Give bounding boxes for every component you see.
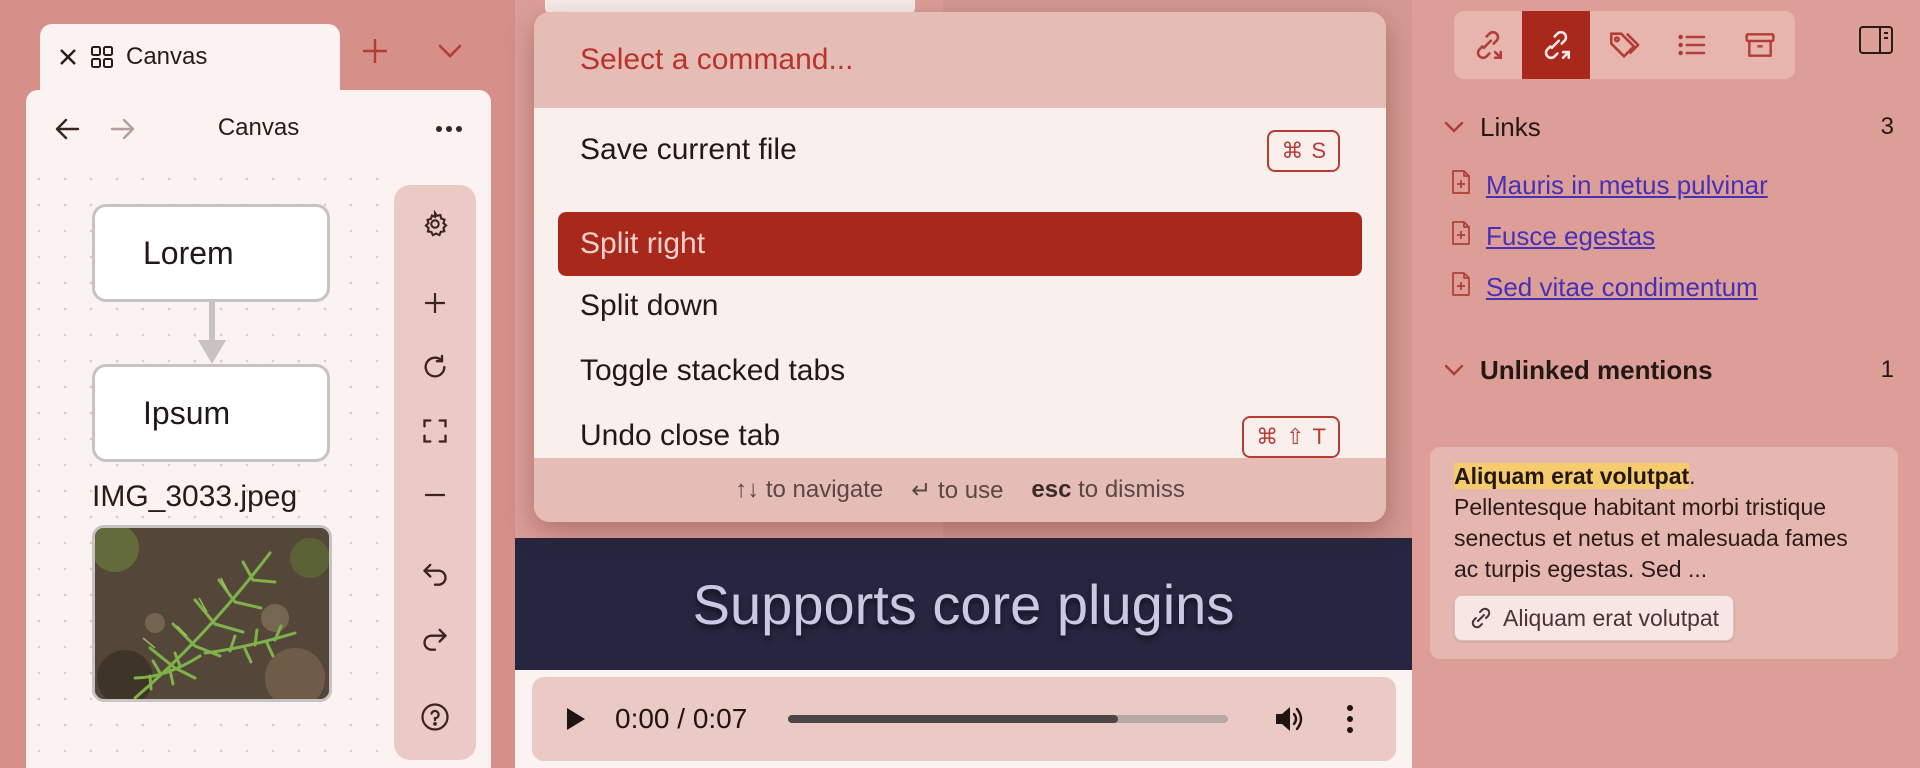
close-icon[interactable] [58, 47, 78, 67]
audio-time: 0:00 / 0:07 [615, 703, 748, 734]
chevron-down-icon[interactable] [1444, 364, 1480, 376]
image-node-title: IMG_3033.jpeg [92, 480, 298, 513]
file-plus-icon [1450, 271, 1472, 304]
links-section-title: Links [1480, 111, 1541, 142]
audio-player: 0:00 / 0:07 [532, 677, 1396, 761]
command-item-toggle-stacked-tabs[interactable]: Toggle stacked tabs [558, 339, 1362, 403]
enter-key: ↵ [911, 476, 932, 504]
settings-gear-icon[interactable] [394, 204, 476, 244]
mention-body: Pellentesque habitant morbi tristique se… [1454, 494, 1848, 582]
redo-icon[interactable] [394, 618, 476, 658]
new-tab-plus-icon[interactable] [355, 28, 395, 74]
volume-icon[interactable] [1272, 701, 1308, 737]
tab-title: Canvas [126, 43, 208, 70]
audio-progress [788, 715, 1118, 723]
tab-canvas[interactable]: Canvas [40, 24, 340, 90]
arrow-down-icon [198, 340, 226, 364]
hotkey-key: T [1312, 424, 1326, 449]
outline-list-icon[interactable] [1658, 11, 1726, 79]
mention-period: . [1689, 463, 1696, 489]
hotkey-key: ⌘ [1281, 138, 1304, 163]
footer-dismiss-hint: esc to dismiss [1031, 476, 1184, 504]
image-node-fern[interactable] [92, 525, 332, 702]
fern-photo [95, 528, 329, 699]
banner-text: Supports core plugins [692, 572, 1235, 636]
file-plus-icon [1450, 169, 1472, 202]
grid-icon [90, 45, 114, 69]
link-text[interactable]: Fusce egestas [1486, 221, 1655, 252]
command-palette: Save current file ⌘ S Split right Split … [534, 12, 1386, 522]
footer-navigate-hint: ↑↓ to navigate [735, 476, 883, 504]
command-search-input[interactable] [580, 43, 1340, 77]
use-text: to use [938, 476, 1004, 504]
hotkey-key: ⇧ [1286, 424, 1305, 449]
link-item[interactable]: Sed vitae condimentum [1450, 267, 1890, 307]
hotkey-key: ⌘ [1256, 424, 1279, 449]
chevron-down-icon[interactable] [1444, 121, 1480, 133]
node-label: Lorem [143, 234, 234, 271]
links-section-header[interactable]: Links 3 [1444, 107, 1894, 147]
hotkey-badge: ⌘ ⇧ T [1242, 416, 1340, 458]
link-item[interactable]: Mauris in metus pulvinar [1450, 165, 1890, 205]
backlinks-icon[interactable] [1454, 11, 1522, 79]
zoom-out-minus-icon[interactable] [394, 475, 476, 515]
sidebar-toolbar [1454, 11, 1795, 79]
archive-icon[interactable] [1726, 11, 1794, 79]
palette-footer: ↑↓ to navigate ↵ to use esc to dismiss [534, 458, 1386, 522]
mention-excerpt: Aliquam erat volutpat. Pellentesque habi… [1454, 461, 1874, 585]
command-label: Save current file [580, 133, 797, 166]
mention-highlight: Aliquam erat volutpat [1454, 463, 1690, 489]
view-title: Canvas [217, 114, 300, 141]
command-label: Undo close tab [580, 419, 781, 452]
help-icon[interactable] [394, 697, 476, 737]
command-item-split-down[interactable]: Split down [558, 274, 1362, 338]
command-label: Split down [580, 289, 719, 322]
link-text[interactable]: Mauris in metus pulvinar [1486, 170, 1768, 201]
zoom-in-plus-icon[interactable] [394, 283, 476, 323]
canvas-node-ipsum[interactable]: Ipsum [92, 364, 330, 462]
link-icon [1471, 607, 1491, 629]
node-label: Ipsum [143, 394, 231, 431]
unlinked-mentions-header[interactable]: Unlinked mentions 1 [1444, 350, 1894, 390]
command-label: Split right [580, 227, 706, 260]
command-item-save-current-file[interactable]: Save current file ⌘ S [558, 118, 1362, 182]
banner: Supports core plugins [515, 538, 1412, 670]
esc-key: esc [1031, 476, 1072, 503]
canvas-controls [394, 185, 476, 760]
link-item[interactable]: Fusce egestas [1450, 216, 1890, 256]
outgoing-links-icon[interactable] [1522, 11, 1590, 79]
hotkey-badge: ⌘ S [1267, 130, 1340, 172]
hotkey-key: S [1311, 138, 1326, 163]
navigate-text: to navigate [765, 476, 884, 503]
tags-icon[interactable] [1590, 11, 1658, 79]
sidebar-toggle-icon[interactable] [1856, 20, 1896, 60]
link-mention-button[interactable]: Aliquam erat volutpat [1454, 595, 1735, 641]
links-count: 3 [1880, 113, 1894, 140]
more-vertical-icon[interactable] [1340, 701, 1360, 737]
footer-use-hint: ↵ to use [911, 476, 1003, 505]
link-mention-label: Aliquam erat volutpat [1503, 604, 1720, 631]
mention-card[interactable]: Aliquam erat volutpat. Pellentesque habi… [1430, 447, 1898, 659]
palette-input-wrap [534, 12, 1386, 108]
tab-list-chevron-down-icon[interactable] [430, 28, 470, 74]
unlinked-mentions-title: Unlinked mentions [1480, 354, 1713, 385]
undo-icon[interactable] [394, 553, 476, 593]
command-label: Toggle stacked tabs [580, 354, 846, 387]
dismiss-text: to dismiss [1078, 476, 1185, 503]
command-item-split-right[interactable]: Split right [558, 212, 1362, 276]
file-plus-icon [1450, 220, 1472, 253]
navigate-keys: ↑↓ [735, 476, 760, 503]
audio-seek-bar[interactable] [788, 715, 1228, 723]
play-icon[interactable] [560, 703, 592, 735]
command-list: Save current file ⌘ S Split right Split … [534, 108, 1386, 470]
zoom-to-fit-icon[interactable] [394, 411, 476, 451]
canvas-node-lorem[interactable]: Lorem [92, 204, 330, 302]
link-text[interactable]: Sed vitae condimentum [1486, 272, 1758, 303]
more-horizontal-icon[interactable] [431, 114, 467, 144]
reset-zoom-icon[interactable] [394, 347, 476, 387]
unlinked-mentions-count: 1 [1880, 356, 1894, 383]
